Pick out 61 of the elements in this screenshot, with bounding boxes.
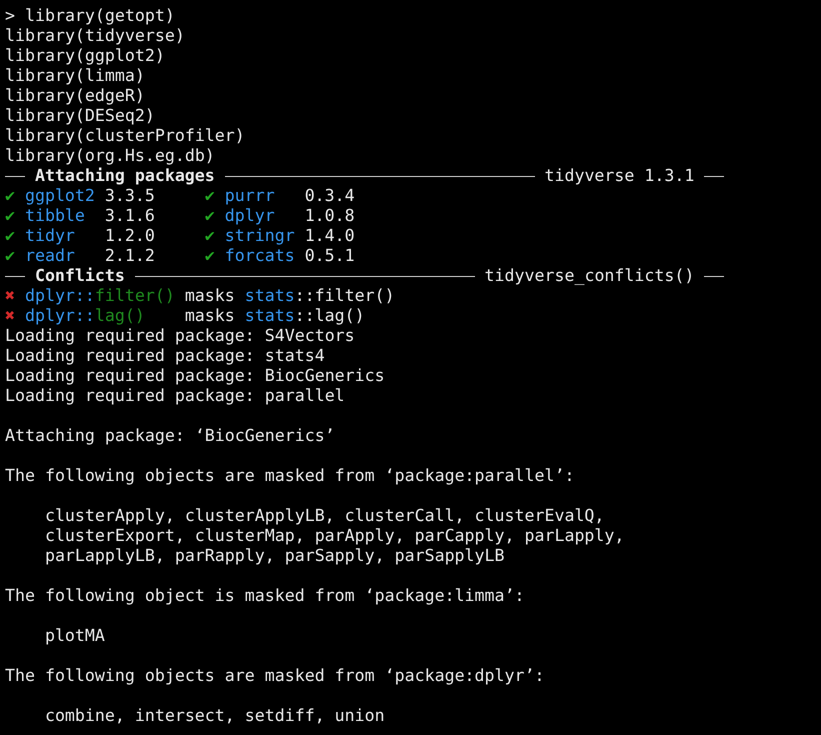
command-line: library(clusterProfiler) [5,126,246,146]
package-name: readr [24,246,76,266]
package-version: 3.3.5 [104,186,155,206]
function-name: filter() [94,286,175,306]
output-line: The following object is masked from ‘package:limma’: [5,586,524,606]
check-mark: ✔ [204,206,216,226]
section-info: tidyverse 1.3.1 [544,166,694,186]
package-name: purrr [224,186,276,206]
check-mark: ✔ [5,186,16,206]
package-version: 1.2.0 [104,226,155,246]
check-mark: ✔ [204,226,216,246]
output-line: Loading required package: parallel [5,386,345,406]
output-line: Loading required package: S4Vectors [5,326,355,346]
package-name: tidyr [24,226,76,246]
package-version: 2.1.2 [104,246,155,266]
check-mark: ✔ [5,206,16,226]
section-title: Conflicts [34,266,125,286]
command-line: library(tidyverse) [5,26,186,46]
package-version: 0.5.1 [304,246,355,266]
command-line: library(edgeR) [5,86,146,106]
command-line: library(ggplot2) [5,46,166,66]
check-mark: ✔ [5,246,16,266]
output-line: parLapplyLB, parRapply, parSapply, parSapplyLB [44,546,505,566]
command-line: library(limma) [5,66,146,86]
section-title: Attaching packages [34,166,215,186]
command-line: library(org.Hs.eg.db) [5,146,216,166]
output-line: clusterExport, clusterMap, parApply, parCapply, parLapply, [44,526,624,546]
check-mark: ✔ [204,246,216,266]
function-name: ::filter() [294,286,395,306]
check-mark: ✔ [204,186,216,206]
package-name: dplyr:: [24,306,95,326]
command-line: library(DESeq2) [5,106,156,126]
command-line: > library(getopt) [5,6,176,26]
package-name: dplyr:: [24,286,95,306]
function-name: ::lag() [294,306,365,326]
package-version: 0.3.4 [304,186,355,206]
output-line: Attaching package: ‘BiocGenerics’ [5,426,335,446]
output-line: The following objects are masked from ‘package:parallel’: [5,466,574,486]
masks-label: masks [184,306,235,326]
check-mark: ✔ [5,226,16,246]
section-info: tidyverse_conflicts() [484,266,694,286]
output-line: Loading required package: stats4 [5,346,325,366]
function-name: lag() [94,306,145,326]
package-name: stringr [224,226,296,246]
output-line: clusterApply, clusterApplyLB, clusterCall, clusterEvalQ, [44,506,604,526]
package-name: ggplot2 [24,186,96,206]
package-version: 1.0.8 [304,206,355,226]
package-name: stats [244,306,295,326]
masks-label: masks [184,286,235,306]
output-line: The following objects are masked from ‘package:dplyr’: [5,666,544,686]
package-name: stats [244,286,295,306]
package-version: 3.1.6 [104,206,155,226]
cross-mark: ✖ [5,306,16,326]
package-version: 1.4.0 [304,226,355,246]
cross-mark: ✖ [5,286,16,306]
package-name: tibble [24,206,86,226]
output-line: combine, intersect, setdiff, union [44,706,385,726]
package-name: forcats [224,246,296,266]
output-line: plotMA [44,626,105,646]
package-name: dplyr [224,206,276,226]
output-line: Loading required package: BiocGenerics [5,366,385,386]
